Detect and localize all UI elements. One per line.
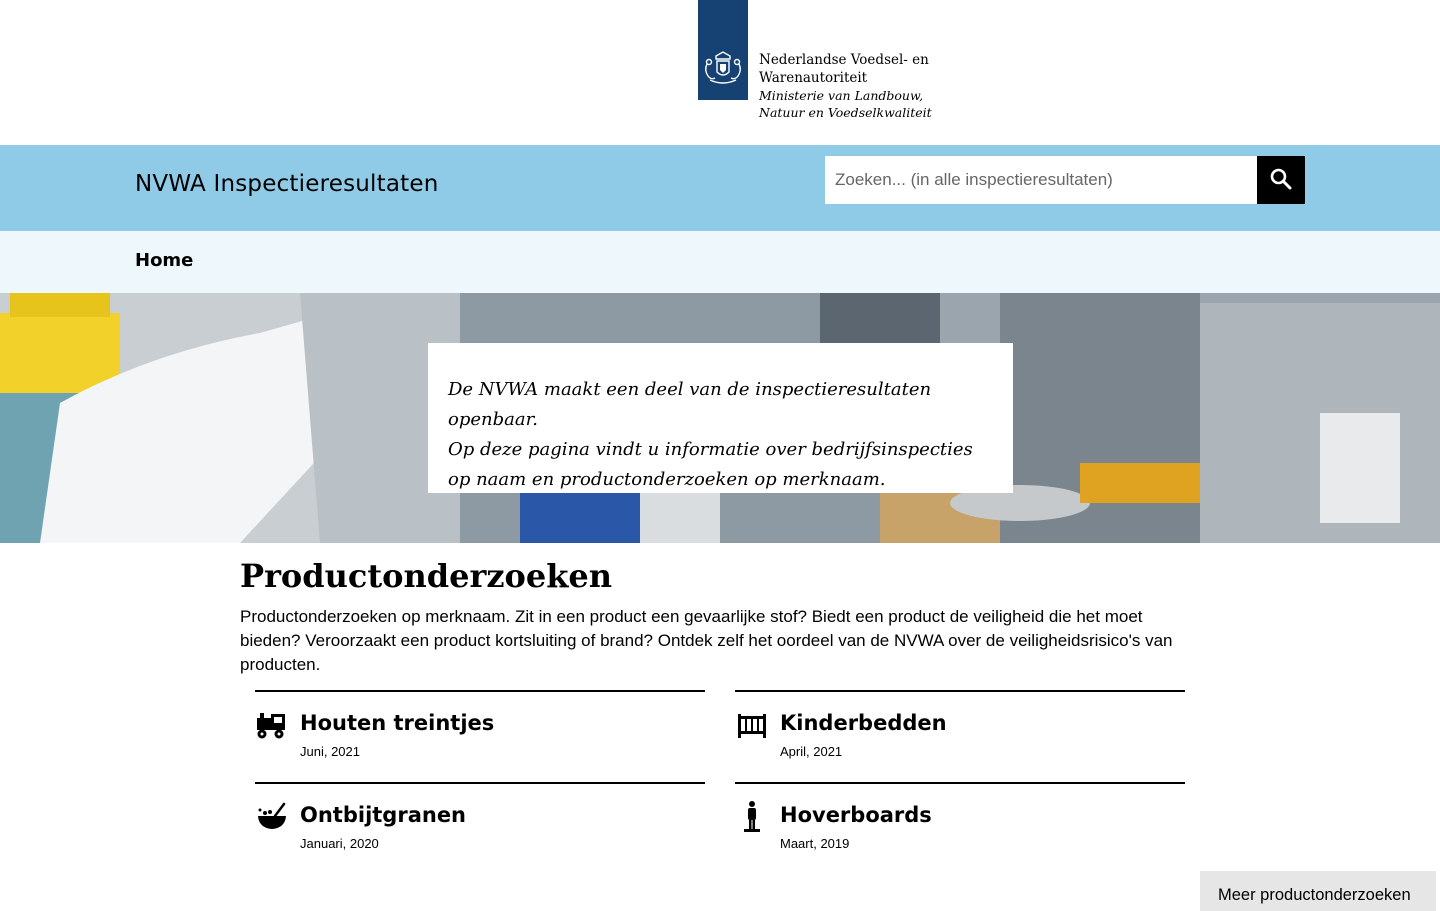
card-date: Januari, 2020	[300, 836, 379, 851]
hero-intro-box: De NVWA maakt een deel van de inspectier…	[428, 343, 1013, 493]
search-input[interactable]	[825, 156, 1257, 204]
logo-text: Nederlandse Voedsel- en Warenautoriteit …	[759, 51, 932, 121]
more-products-button[interactable]: Meer productonderzoeken	[1200, 871, 1436, 911]
site-header: NVWA Inspectieresultaten	[0, 145, 1440, 231]
section-description: Productonderzoeken op merknaam. Zit in e…	[240, 607, 1173, 674]
main-nav: Home	[0, 231, 1440, 293]
card-title: Houten treintjes	[300, 711, 495, 735]
card-title: Kinderbedden	[780, 711, 947, 735]
product-card-houten-treintjes[interactable]: Houten treintjes Juni, 2021	[255, 690, 705, 782]
cereal-bowl-icon	[258, 802, 286, 829]
hero-banner: De NVWA maakt een deel van de inspectier…	[0, 293, 1440, 543]
logo-line-3: Ministerie van Landbouw,	[759, 88, 924, 103]
search-button[interactable]	[1257, 156, 1305, 204]
logo-line-4: Natuur en Voedselkwaliteit	[759, 105, 932, 120]
card-title: Ontbijtgranen	[300, 803, 467, 827]
logo-line-1: Nederlandse Voedsel- en	[759, 52, 929, 68]
logo-line-2: Warenautoriteit	[759, 70, 868, 86]
card-date: April, 2021	[780, 744, 843, 759]
product-card-hoverboards[interactable]: Hoverboards Maart, 2019	[735, 782, 1185, 874]
train-icon	[257, 713, 285, 739]
search-icon	[1270, 168, 1292, 190]
logo-header: Nederlandse Voedsel- en Warenautoriteit …	[0, 0, 1440, 145]
card-date: Maart, 2019	[780, 836, 850, 851]
site-title[interactable]: NVWA Inspectieresultaten	[135, 171, 438, 197]
logo-block[interactable]	[698, 0, 748, 100]
hero-intro-line-2: Op deze pagina vindt u informatie over b…	[448, 439, 973, 490]
product-card-kinderbedden[interactable]: Kinderbedden April, 2021	[735, 690, 1185, 782]
product-card-ontbijtgranen[interactable]: Ontbijtgranen Januari, 2020	[255, 782, 705, 874]
nav-home-link[interactable]: Home	[135, 250, 193, 271]
coat-of-arms-icon	[705, 51, 741, 84]
crib-icon	[738, 714, 766, 738]
card-title: Hoverboards	[780, 803, 932, 827]
card-date: Juni, 2021	[300, 744, 360, 759]
hero-intro-line-1: De NVWA maakt een deel van de inspectier…	[448, 379, 932, 430]
hoverboard-icon	[744, 801, 760, 832]
section-title: Productonderzoeken	[240, 557, 613, 595]
